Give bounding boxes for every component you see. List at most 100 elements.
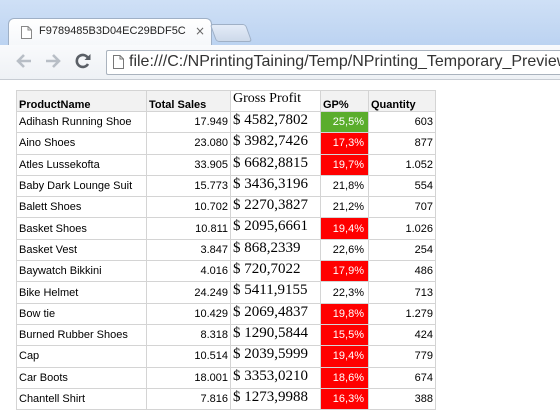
cell-quantity: 1.052 bbox=[368, 153, 436, 176]
cell-gp-pct: 19,4% bbox=[320, 345, 369, 368]
cell-gp-pct: 18,6% bbox=[320, 366, 369, 389]
cell-total-sales: 10.811 bbox=[146, 217, 231, 240]
close-icon[interactable]: × bbox=[195, 24, 205, 38]
cell-quantity: 1.279 bbox=[368, 302, 436, 325]
cell-quantity: 388 bbox=[368, 387, 436, 411]
tab-strip: F9789485B3D04EC29BDF5C × bbox=[0, 0, 560, 46]
table-header-row: ProductName Total Sales Gross Profit GP%… bbox=[16, 90, 436, 112]
table-row: Car Boots 18.001 $ 3353,0210 18,6% 674 bbox=[16, 366, 436, 389]
cell-gross-profit: $ 868,2339 bbox=[230, 238, 321, 262]
cell-product: Car Boots bbox=[16, 366, 147, 389]
cell-gp-pct: 19,8% bbox=[320, 302, 369, 325]
cell-product: Adihash Running Shoe bbox=[16, 110, 147, 134]
cell-quantity: 707 bbox=[368, 196, 436, 219]
cell-quantity: 1.026 bbox=[368, 217, 436, 240]
cell-product: Balett Shoes bbox=[16, 196, 147, 219]
page-icon bbox=[113, 55, 124, 69]
cell-quantity: 424 bbox=[368, 323, 436, 347]
cell-product: Burned Rubber Shoes bbox=[16, 323, 147, 347]
cell-gross-profit: $ 2039,5999 bbox=[230, 345, 321, 368]
cell-product: Bike Helmet bbox=[16, 281, 147, 304]
cell-gross-profit: $ 2069,4837 bbox=[230, 302, 321, 325]
cell-gross-profit: $ 3353,0210 bbox=[230, 366, 321, 389]
table-row: Basket Shoes 10.811 $ 2095,6661 19,4% 1.026 bbox=[16, 217, 436, 240]
address-bar[interactable]: file:///C:/NPrintingTaining/Temp/NPrinti… bbox=[106, 50, 560, 75]
cell-total-sales: 15.773 bbox=[146, 174, 231, 198]
cell-product: Baby Dark Lounge Suit bbox=[16, 174, 147, 198]
cell-gross-profit: $ 3982,7426 bbox=[230, 132, 321, 155]
cell-gp-pct: 16,3% bbox=[320, 387, 369, 411]
header-gross-profit: Gross Profit bbox=[230, 90, 321, 112]
cell-gp-pct: 19,4% bbox=[320, 217, 369, 240]
cell-gp-pct: 25,5% bbox=[320, 110, 369, 134]
cell-product: Basket Vest bbox=[16, 238, 147, 262]
cell-quantity: 486 bbox=[368, 260, 436, 283]
cell-gross-profit: $ 2095,6661 bbox=[230, 217, 321, 240]
cell-gross-profit: $ 1273,9988 bbox=[230, 387, 321, 411]
table-row: Baywatch Bikkini 4.016 $ 720,7022 17,9% 486 bbox=[16, 260, 436, 283]
cell-total-sales: 7.816 bbox=[146, 387, 231, 411]
cell-gross-profit: $ 6682,8815 bbox=[230, 153, 321, 176]
table-row: Baby Dark Lounge Suit 15.773 $ 3436,3196 21… bbox=[16, 174, 436, 198]
cell-product: Basket Shoes bbox=[16, 217, 147, 240]
cell-total-sales: 10.429 bbox=[146, 302, 231, 325]
cell-gp-pct: 22,3% bbox=[320, 281, 369, 304]
cell-product: Bow tie bbox=[16, 302, 147, 325]
cell-total-sales: 8.318 bbox=[146, 323, 231, 347]
table-row: Chantell Shirt 7.816 $ 1273,9988 16,3% 388 bbox=[16, 387, 436, 411]
cell-gp-pct: 19,7% bbox=[320, 153, 369, 176]
browser-tab[interactable]: F9789485B3D04EC29BDF5C × bbox=[8, 18, 212, 46]
cell-total-sales: 3.847 bbox=[146, 238, 231, 262]
page-icon bbox=[21, 26, 32, 39]
address-text: file:///C:/NPrintingTaining/Temp/NPrinti… bbox=[129, 53, 560, 70]
new-tab-button[interactable] bbox=[209, 24, 253, 42]
cell-quantity: 779 bbox=[368, 345, 436, 368]
back-arrow-icon[interactable] bbox=[13, 51, 35, 73]
header-quantity: Quantity bbox=[368, 90, 436, 112]
cell-total-sales: 4.016 bbox=[146, 260, 231, 283]
cell-gp-pct: 17,9% bbox=[320, 260, 369, 283]
header-total-sales: Total Sales bbox=[146, 90, 231, 112]
cell-total-sales: 10.702 bbox=[146, 196, 231, 219]
cell-gp-pct: 22,6% bbox=[320, 238, 369, 262]
cell-total-sales: 24.249 bbox=[146, 281, 231, 304]
cell-product: Chantell Shirt bbox=[16, 387, 147, 411]
cell-product: Aino Shoes bbox=[16, 132, 147, 155]
cell-gross-profit: $ 3436,3196 bbox=[230, 174, 321, 198]
cell-quantity: 254 bbox=[368, 238, 436, 262]
forward-arrow-icon[interactable] bbox=[42, 51, 64, 73]
header-gp-pct: GP% bbox=[320, 90, 369, 112]
cell-product: Atles Lussekofta bbox=[16, 153, 147, 176]
cell-total-sales: 10.514 bbox=[146, 345, 231, 368]
report-table: ProductName Total Sales Gross Profit GP%… bbox=[16, 90, 436, 411]
cell-total-sales: 33.905 bbox=[146, 153, 231, 176]
cell-gp-pct: 17,3% bbox=[320, 132, 369, 155]
table-row: Cap 10.514 $ 2039,5999 19,4% 779 bbox=[16, 345, 436, 368]
table-row: Bike Helmet 24.249 $ 5411,9155 22,3% 713 bbox=[16, 281, 436, 304]
cell-gross-profit: $ 4582,7802 bbox=[230, 110, 321, 134]
cell-quantity: 674 bbox=[368, 366, 436, 389]
cell-quantity: 554 bbox=[368, 174, 436, 198]
cell-gross-profit: $ 5411,9155 bbox=[230, 281, 321, 304]
cell-gross-profit: $ 720,7022 bbox=[230, 260, 321, 283]
table-row: Atles Lussekofta 33.905 $ 6682,8815 19,7% 1.… bbox=[16, 153, 436, 176]
table-row: Basket Vest 3.847 $ 868,2339 22,6% 254 bbox=[16, 238, 436, 262]
table-row: Adihash Running Shoe 17.949 $ 4582,7802 25,… bbox=[16, 110, 436, 134]
tab-title: F9789485B3D04EC29BDF5C bbox=[39, 25, 186, 37]
cell-gp-pct: 21,2% bbox=[320, 196, 369, 219]
cell-total-sales: 18.001 bbox=[146, 366, 231, 389]
cell-quantity: 603 bbox=[368, 110, 436, 134]
cell-product: Baywatch Bikkini bbox=[16, 260, 147, 283]
table-row: Balett Shoes 10.702 $ 2270,3827 21,2% 707 bbox=[16, 196, 436, 219]
table-row: Bow tie 10.429 $ 2069,4837 19,8% 1.279 bbox=[16, 302, 436, 325]
cell-gp-pct: 15,5% bbox=[320, 323, 369, 347]
cell-total-sales: 23.080 bbox=[146, 132, 231, 155]
table-row: Burned Rubber Shoes 8.318 $ 1290,5844 15,5%… bbox=[16, 323, 436, 347]
cell-product: Cap bbox=[16, 345, 147, 368]
reload-icon[interactable] bbox=[72, 51, 94, 73]
cell-quantity: 713 bbox=[368, 281, 436, 304]
cell-gross-profit: $ 2270,3827 bbox=[230, 196, 321, 219]
cell-gp-pct: 21,8% bbox=[320, 174, 369, 198]
browser-toolbar: file:///C:/NPrintingTaining/Temp/NPrinti… bbox=[0, 45, 560, 80]
table-row: Aino Shoes 23.080 $ 3982,7426 17,3% 877 bbox=[16, 132, 436, 155]
